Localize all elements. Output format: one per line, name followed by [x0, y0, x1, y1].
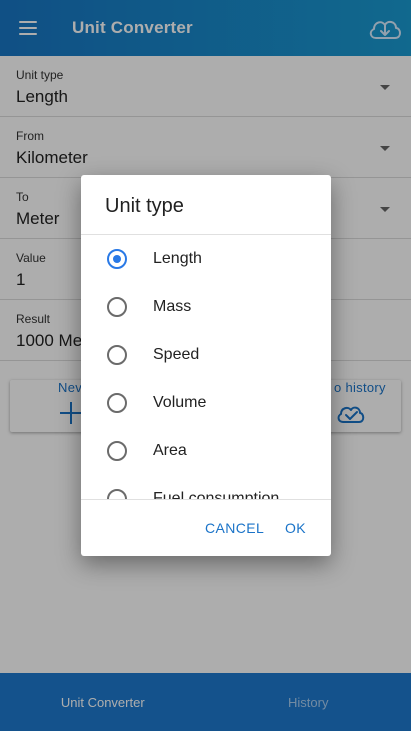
- option-speed[interactable]: Speed: [81, 331, 331, 379]
- option-label: Volume: [153, 394, 207, 411]
- option-fuel-consumption[interactable]: Fuel consumption: [81, 475, 331, 499]
- option-length[interactable]: Length: [81, 235, 331, 283]
- dialog-title: Unit type: [105, 195, 184, 217]
- option-label: Speed: [153, 346, 200, 363]
- radio-unchecked-icon: [107, 489, 127, 499]
- option-label: Area: [153, 442, 187, 459]
- option-label: Mass: [153, 298, 192, 315]
- cancel-button[interactable]: CANCEL: [205, 520, 264, 536]
- option-area[interactable]: Area: [81, 427, 331, 475]
- radio-unchecked-icon: [107, 297, 127, 317]
- unit-type-dialog: Unit type Length Mass Speed Volume Area …: [81, 175, 331, 556]
- radio-unchecked-icon: [107, 393, 127, 413]
- option-label: Fuel consumption: [153, 490, 280, 499]
- option-mass[interactable]: Mass: [81, 283, 331, 331]
- radio-unchecked-icon: [107, 345, 127, 365]
- dialog-divider: [81, 499, 331, 500]
- option-volume[interactable]: Volume: [81, 379, 331, 427]
- ok-button[interactable]: OK: [285, 520, 306, 536]
- unit-type-options: Length Mass Speed Volume Area Fuel consu…: [81, 235, 331, 499]
- radio-unchecked-icon: [107, 441, 127, 461]
- radio-checked-icon: [107, 249, 127, 269]
- option-label: Length: [153, 250, 202, 267]
